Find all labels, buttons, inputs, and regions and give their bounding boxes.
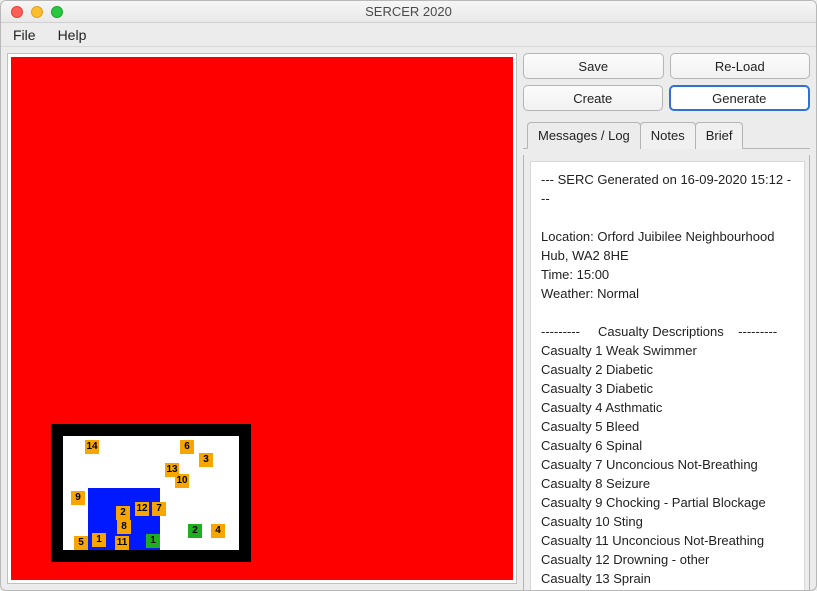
casualty-marker-9[interactable]: 9 [71,491,85,505]
casualty-marker-7[interactable]: 7 [152,502,166,516]
window-controls [1,6,63,18]
casualty-marker-12[interactable]: 12 [135,502,149,516]
casualty-marker-14[interactable]: 14 [85,440,99,454]
tab-messages[interactable]: Messages / Log [527,122,641,149]
close-icon[interactable] [11,6,23,18]
content: 14 6 3 13 10 9 2 12 7 8 1 11 5 4 [1,47,816,590]
casualty-marker-2[interactable]: 2 [116,506,130,520]
tab-brief[interactable]: Brief [695,122,744,149]
log-panel: --- SERC Generated on 16-09-2020 15:12 -… [523,155,810,591]
side-panel: Save Re-Load Create Generate Messages / … [523,53,810,584]
titlebar: SERCER 2020 [1,1,816,23]
create-button[interactable]: Create [523,85,663,111]
app-window: SERCER 2020 File Help 14 6 3 13 10 9 2 [0,0,817,591]
casualty-marker-1[interactable]: 1 [92,533,106,547]
menu-help[interactable]: Help [58,27,87,43]
casualty-marker-10[interactable]: 10 [175,474,189,488]
casualty-marker-8[interactable]: 8 [117,520,131,534]
scene-canvas[interactable]: 14 6 3 13 10 9 2 12 7 8 1 11 5 4 [11,57,513,580]
log-text[interactable]: --- SERC Generated on 16-09-2020 15:12 -… [530,161,805,591]
tab-bar: Messages / Log Notes Brief [523,121,810,149]
zoom-icon[interactable] [51,6,63,18]
casualty-marker-5[interactable]: 5 [74,536,88,550]
reload-button[interactable]: Re-Load [670,53,811,79]
pool-frame: 14 6 3 13 10 9 2 12 7 8 1 11 5 4 [51,424,251,562]
tab-notes[interactable]: Notes [640,122,696,149]
button-row-1: Save Re-Load [523,53,810,79]
aid-marker-2[interactable]: 2 [188,524,202,538]
casualty-marker-6[interactable]: 6 [180,440,194,454]
save-button[interactable]: Save [523,53,664,79]
menu-file[interactable]: File [13,27,36,43]
button-row-2: Create Generate [523,85,810,111]
casualty-marker-11[interactable]: 11 [115,536,129,550]
pool-deck: 14 6 3 13 10 9 2 12 7 8 1 11 5 4 [63,436,239,550]
casualty-marker-3[interactable]: 3 [199,453,213,467]
generate-button[interactable]: Generate [669,85,811,111]
menubar: File Help [1,23,816,47]
canvas-area: 14 6 3 13 10 9 2 12 7 8 1 11 5 4 [7,53,517,584]
minimize-icon[interactable] [31,6,43,18]
window-title: SERCER 2020 [1,4,816,19]
aid-marker-1[interactable]: 1 [146,534,160,548]
casualty-marker-4[interactable]: 4 [211,524,225,538]
